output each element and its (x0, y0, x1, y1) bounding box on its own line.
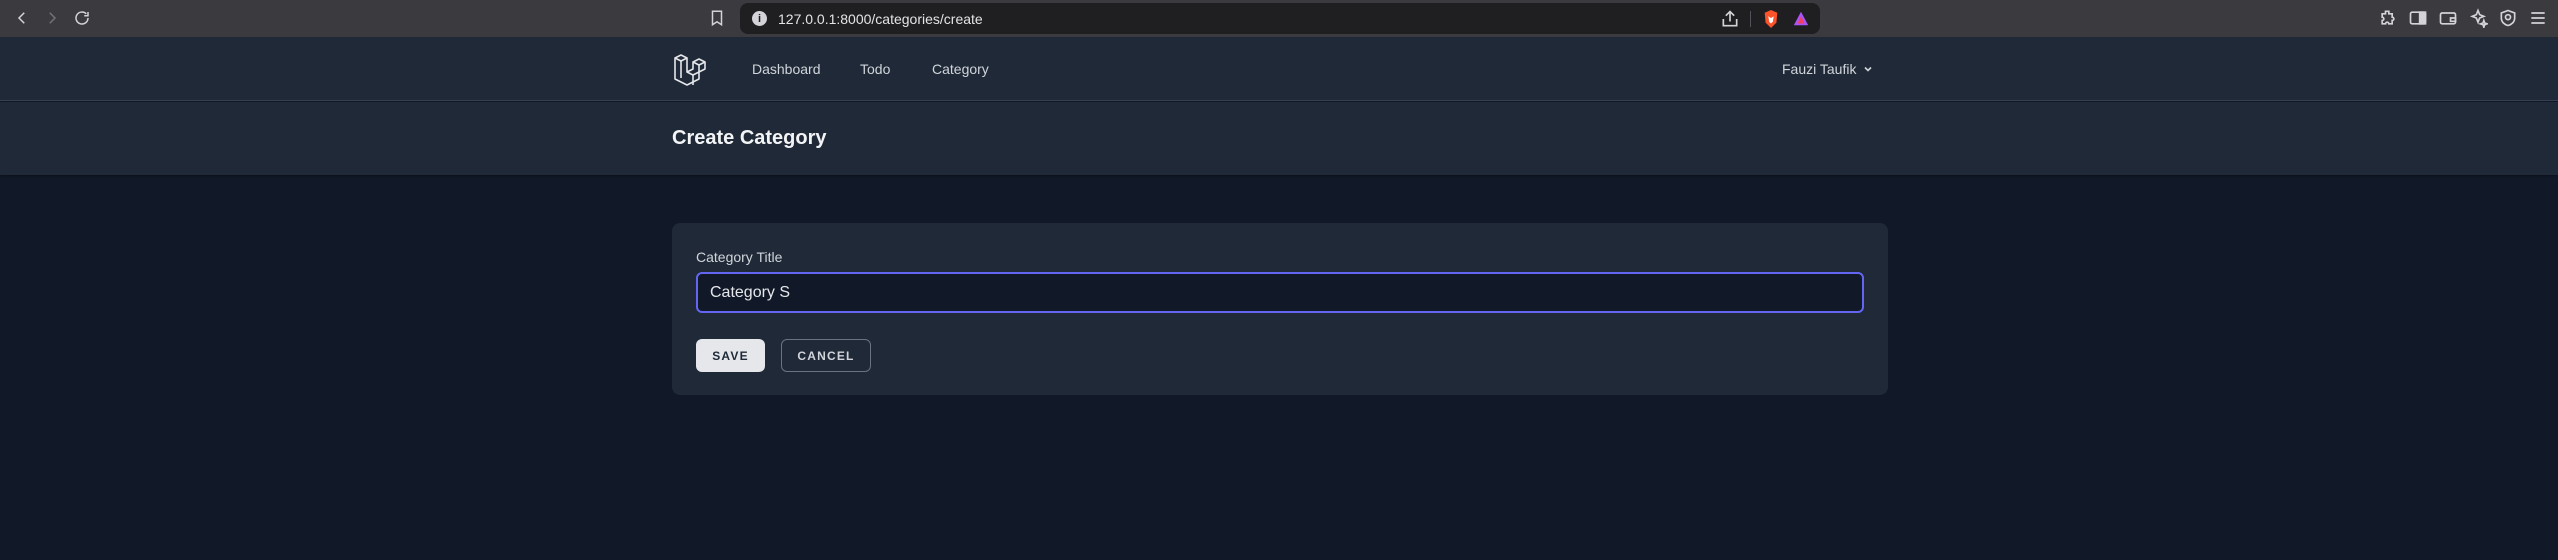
save-button[interactable]: SAVE (696, 339, 765, 372)
user-dropdown[interactable]: Fauzi Taufik (1782, 61, 1874, 77)
brave-rewards-icon[interactable] (1792, 10, 1810, 28)
nav-link-todo[interactable]: Todo (860, 61, 890, 77)
bookmark-icon[interactable] (705, 6, 729, 30)
forward-icon[interactable] (40, 6, 64, 30)
app-navbar: Dashboard Todo Category Fauzi Taufik (0, 37, 2558, 101)
laravel-logo-icon[interactable] (672, 51, 708, 87)
wallet-icon[interactable] (2438, 8, 2458, 28)
nav-link-dashboard[interactable]: Dashboard (752, 61, 821, 77)
page-header: Create Category (0, 102, 2558, 175)
browser-toolbar: i 127.0.0.1:8000/categories/create (0, 0, 2558, 37)
divider (1750, 11, 1751, 27)
back-icon[interactable] (10, 6, 34, 30)
cancel-button[interactable]: CANCEL (781, 339, 871, 372)
share-icon[interactable] (1720, 9, 1740, 29)
url-text[interactable]: 127.0.0.1:8000/categories/create (778, 11, 983, 27)
brave-shield-icon[interactable] (1762, 9, 1780, 29)
sidebar-icon[interactable] (2408, 8, 2428, 28)
category-form-card: Category Title SAVE CANCEL (672, 223, 1888, 395)
chevron-down-icon (1864, 66, 1873, 72)
reload-icon[interactable] (70, 6, 94, 30)
leo-ai-icon[interactable] (2468, 8, 2490, 30)
address-bar[interactable]: i 127.0.0.1:8000/categories/create (740, 3, 1820, 34)
vpn-icon[interactable] (2498, 8, 2518, 28)
category-title-input[interactable] (696, 272, 1864, 313)
extensions-icon[interactable] (2378, 8, 2398, 28)
nav-link-category[interactable]: Category (932, 61, 989, 77)
category-title-label: Category Title (696, 249, 783, 265)
page-title: Create Category (672, 127, 827, 149)
menu-icon[interactable] (2528, 8, 2548, 28)
info-icon[interactable]: i (752, 11, 767, 26)
user-name: Fauzi Taufik (1782, 61, 1857, 77)
